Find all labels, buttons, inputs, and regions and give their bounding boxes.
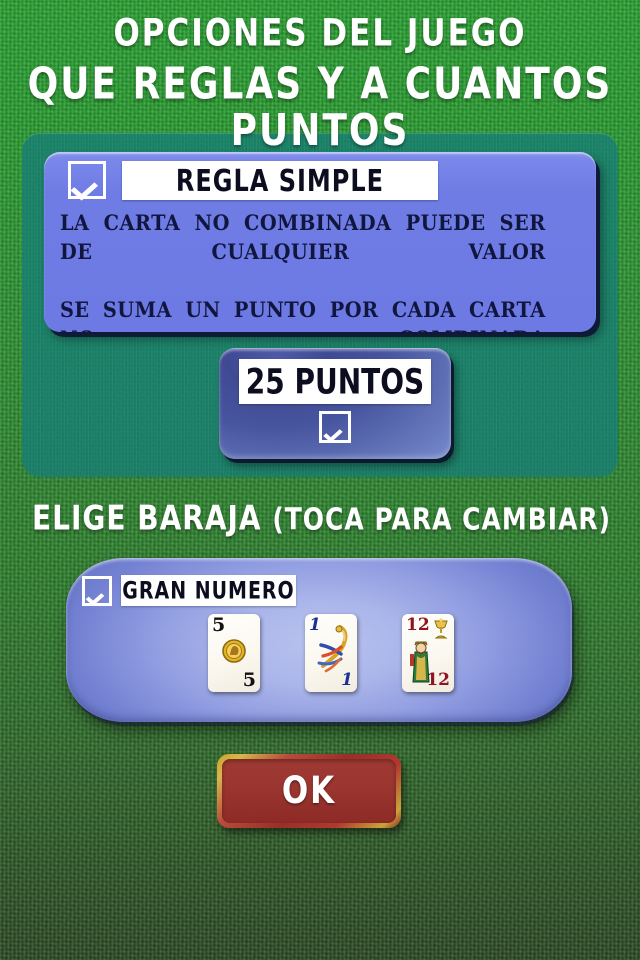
preview-card: 12 12 bbox=[402, 614, 454, 692]
points-checkbox-checkmark-icon[interactable] bbox=[319, 411, 351, 443]
rule-description-line-2: SE SUMA UN PUNTO POR CADA CARTA NO COMBI… bbox=[60, 297, 546, 332]
page-title: OPCIONES DEL JUEGO QUE REGLAS Y A CUANTO… bbox=[0, 11, 640, 154]
club-icon bbox=[317, 625, 348, 673]
coin-icon bbox=[222, 639, 246, 663]
points-label: 25 PUNTOS bbox=[245, 360, 425, 403]
card-rank-bottom: 5 bbox=[242, 669, 256, 691]
cup-icon bbox=[434, 618, 448, 639]
rule-checkbox-checkmark-icon[interactable] bbox=[68, 161, 106, 199]
ok-button-inner: OK bbox=[222, 759, 396, 823]
rule-option-header: REGLA SIMPLE bbox=[44, 152, 596, 206]
title-line-2: QUE REGLAS Y A CUANTOS PUNTOS bbox=[27, 59, 613, 156]
title-line-1: OPCIONES DEL JUEGO bbox=[113, 11, 527, 56]
deck-preview-cards: 5 5 1 1 12 12 bbox=[208, 614, 458, 709]
king-figure-icon bbox=[410, 641, 430, 683]
points-label-bar[interactable]: 25 PUNTOS bbox=[239, 359, 431, 404]
deck-heading-hint: (TOCA PARA CAMBIAR) bbox=[272, 501, 612, 538]
points-option-button[interactable]: 25 PUNTOS bbox=[219, 348, 451, 459]
rule-name-bar[interactable]: REGLA SIMPLE bbox=[122, 161, 438, 200]
deck-name-bar[interactable]: GRAN NUMERO bbox=[121, 575, 296, 606]
deck-selector-panel[interactable]: GRAN NUMERO 5 5 1 1 12 12 bbox=[66, 558, 572, 722]
card-rank-top: 12 bbox=[406, 615, 430, 635]
rule-description-line-1: LA CARTA NO COMBINADA PUEDE SER DE CUALQ… bbox=[60, 210, 546, 264]
preview-card: 5 5 bbox=[208, 614, 260, 692]
card-rank-top: 5 bbox=[212, 614, 226, 636]
deck-heading-text: ELIGE BARAJA bbox=[32, 498, 262, 539]
rule-name-label: REGLA SIMPLE bbox=[175, 163, 385, 198]
preview-card: 1 1 bbox=[305, 614, 357, 692]
deck-name-label: GRAN NUMERO bbox=[122, 576, 295, 605]
deck-checkbox-checkmark-icon[interactable] bbox=[82, 576, 112, 606]
rule-option-panel[interactable]: REGLA SIMPLE LA CARTA NO COMBINADA PUEDE… bbox=[44, 152, 596, 332]
ok-button[interactable]: OK bbox=[217, 754, 401, 828]
rule-description: LA CARTA NO COMBINADA PUEDE SER DE CUALQ… bbox=[60, 208, 546, 332]
deck-section-heading: ELIGE BARAJA (TOCA PARA CAMBIAR) bbox=[32, 498, 632, 538]
ok-button-label: OK bbox=[281, 769, 337, 813]
